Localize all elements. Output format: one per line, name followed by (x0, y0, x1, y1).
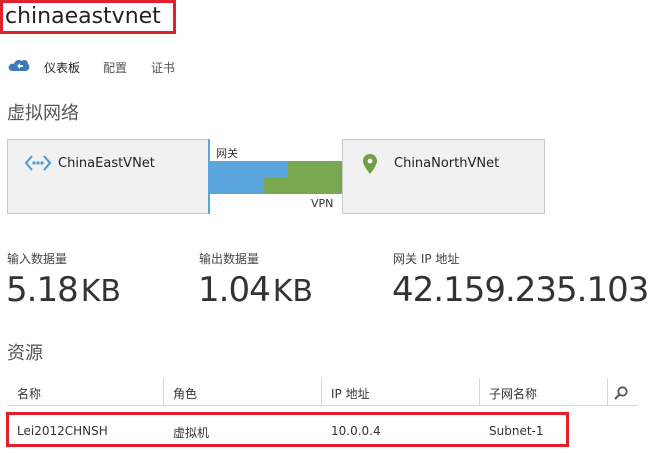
resource-subnet-cell: Subnet-1 (489, 424, 544, 438)
vpn-label: VPN (311, 197, 334, 210)
column-divider[interactable] (163, 378, 164, 405)
column-header-role[interactable]: 角色 (173, 385, 197, 402)
gateway-ip-label: 网关 IP 地址 (393, 252, 460, 266)
table-header (7, 378, 637, 406)
column-header-subnet[interactable]: 子网名称 (489, 385, 537, 402)
search-icon[interactable] (613, 385, 629, 401)
local-network-node[interactable] (7, 139, 210, 214)
resource-name-cell[interactable]: Lei2012CHNSH (17, 424, 108, 438)
virtual-network-heading: 虚拟网络 (7, 103, 79, 124)
remote-network-node[interactable] (342, 139, 545, 214)
gateway-label: 网关 (216, 147, 238, 160)
resource-role-cell: 虚拟机 (173, 426, 210, 440)
cloud-icon (8, 60, 30, 71)
data-out-value: 1.04 KB (198, 270, 313, 310)
local-network-name: ChinaEastVNet (58, 156, 155, 171)
data-in-label: 输入数据量 (7, 252, 68, 266)
resource-ip-cell: 10.0.0.4 (331, 424, 381, 438)
data-out-label: 输出数据量 (199, 252, 260, 266)
tab-certificates[interactable]: 证书 (151, 59, 175, 76)
remote-network-name: ChinaNorthVNet (394, 156, 500, 171)
column-divider (607, 378, 608, 405)
column-header-name[interactable]: 名称 (17, 385, 41, 402)
resources-heading: 资源 (7, 343, 43, 364)
column-header-ip[interactable]: IP 地址 (331, 385, 370, 402)
column-divider[interactable] (321, 378, 322, 405)
tab-configure[interactable]: 配置 (103, 59, 127, 76)
page-title: chinaeastvnet (5, 4, 161, 29)
data-in-value: 5.18 KB (6, 270, 121, 310)
column-divider[interactable] (479, 378, 480, 405)
location-pin-icon (363, 154, 377, 174)
network-dots-icon (25, 155, 51, 171)
tab-dashboard[interactable]: 仪表板 (44, 59, 80, 76)
gateway-ip-value: 42.159.235.103 (392, 270, 649, 310)
